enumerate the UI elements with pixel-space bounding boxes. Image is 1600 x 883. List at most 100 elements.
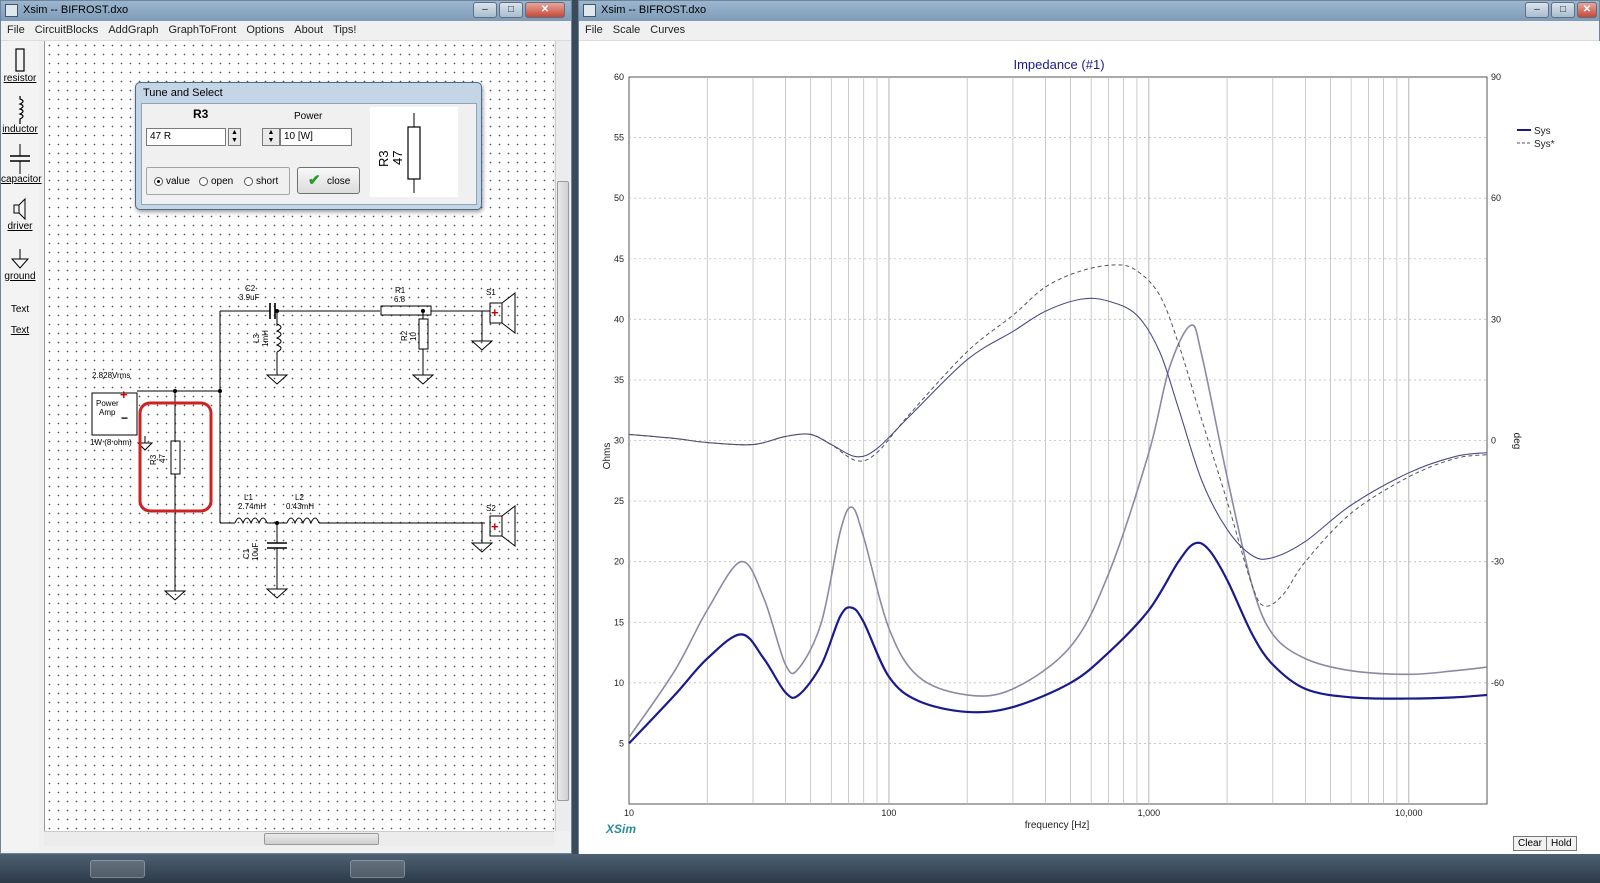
source-label-amp: Amp <box>99 408 116 417</box>
app-icon <box>583 4 596 17</box>
left-menubar: File CircuitBlocks AddGraph GraphToFront… <box>1 21 571 41</box>
left-titlebar[interactable]: Xsim -- BIFROST.dxo – □ ✕ <box>1 1 571 21</box>
hold-button[interactable]: Hold <box>1546 836 1577 851</box>
tool-capacitor[interactable]: capacitor <box>1 144 42 185</box>
c1-name: C1 <box>242 548 251 559</box>
l3-name: L3 <box>252 334 261 343</box>
x-tick-label: 10 <box>624 808 634 818</box>
impedance-graph[interactable]: Impedance (#1) 10 100 1,000 10,000 5 10 15 20 25… <box>579 41 1600 855</box>
menu-curves[interactable]: Curves <box>646 21 691 40</box>
menu-addgraph[interactable]: AddGraph <box>104 21 164 40</box>
speaker-icon <box>13 197 26 221</box>
value-field[interactable]: 47 R <box>146 128 226 146</box>
radio-short[interactable]: short <box>244 176 278 187</box>
series-line-sys-star-left <box>628 324 1488 738</box>
series-line-sys-left <box>628 541 1488 745</box>
tool-driver-label: driver <box>7 221 33 232</box>
y-tick-label: 15 <box>614 617 624 627</box>
legend-sys-star-label: Sys* <box>1534 139 1555 150</box>
source-plus-terminal: + <box>120 387 128 402</box>
tool-resistor[interactable]: resistor <box>1 47 39 84</box>
source-note: 1W (8 ohm) <box>90 438 132 447</box>
power-spinner[interactable]: ▲ ▼ <box>262 128 280 146</box>
maximize-button[interactable]: □ <box>499 2 523 18</box>
taskbar-item[interactable] <box>350 860 405 878</box>
vertical-scrollbar[interactable] <box>555 41 570 831</box>
minimize-button[interactable]: – <box>473 2 497 18</box>
menu-file[interactable]: File <box>3 21 31 40</box>
y-tick-label: 25 <box>614 496 624 506</box>
y2-tick-label: 0 <box>1491 436 1496 446</box>
menu-graphtofront[interactable]: GraphToFront <box>164 21 242 40</box>
radio-open-dot <box>199 176 208 186</box>
menu-circuitblocks[interactable]: CircuitBlocks <box>31 21 105 40</box>
horizontal-scroll-thumb[interactable] <box>264 833 379 845</box>
tool-text-label: Text <box>10 325 30 336</box>
resistor-icon <box>15 48 25 72</box>
ground-icon <box>10 249 30 269</box>
right-window-controls: – □ ✕ <box>1525 2 1597 18</box>
close-button[interactable]: ✕ <box>525 2 565 18</box>
y-tick-label: 55 <box>614 133 624 143</box>
close-dialog-button[interactable]: ✔ close <box>297 167 360 194</box>
radio-open-label: open <box>211 176 234 187</box>
x-tick-label: 1,000 <box>1138 808 1161 818</box>
text-tool-icon: Text <box>10 304 30 315</box>
s1-plus-terminal: + <box>491 305 499 320</box>
menu-tips[interactable]: Tips! <box>329 21 362 40</box>
tool-inductor[interactable]: inductor <box>1 96 39 135</box>
y2-tick-label: 90 <box>1491 72 1501 82</box>
r2-value: 10 <box>409 332 418 341</box>
component-preview: R3 47 <box>370 107 458 197</box>
c2-name: C2 <box>245 284 256 293</box>
tool-text-box[interactable]: Text Text <box>1 303 39 336</box>
tool-ground[interactable]: ground <box>1 249 39 282</box>
y-tick-label: 10 <box>614 678 624 688</box>
r3-name: R3 <box>149 454 158 465</box>
app-icon <box>5 4 18 17</box>
horizontal-scrollbar[interactable] <box>44 831 554 846</box>
value-spinner[interactable]: ▲ ▼ <box>228 128 241 146</box>
y-tick-label: 5 <box>619 738 624 748</box>
c1-value: 10uF <box>251 542 260 561</box>
maximize-button[interactable]: □ <box>1551 2 1575 18</box>
taskbar-item[interactable] <box>90 860 145 878</box>
r1-value: 6.8 <box>394 295 406 304</box>
tune-select-dialog: Tune and Select R3 Power 47 R ▲ ▼ ▲ ▼ 10 [… <box>135 82 482 210</box>
r1-name: R1 <box>395 286 406 295</box>
right-titlebar[interactable]: Xsim -- BIFROST.dxo – □ ✕ <box>579 1 1599 21</box>
chart-title: Impedance (#1) <box>1013 57 1104 72</box>
x-tick-label: 10,000 <box>1395 808 1423 818</box>
tool-driver[interactable]: driver <box>1 197 39 232</box>
source-label-power: Power <box>96 399 119 408</box>
radio-open[interactable]: open <box>199 176 233 187</box>
menu-scale[interactable]: Scale <box>609 21 647 40</box>
y-tick-label: 50 <box>614 193 624 203</box>
y2-tick-label: -30 <box>1491 557 1504 567</box>
source-minus-terminal: − <box>121 411 129 425</box>
legend-sys-label: Sys <box>1534 126 1551 137</box>
menu-file[interactable]: File <box>581 21 609 40</box>
xsim-logo: XSim <box>605 822 636 836</box>
mode-radio-group: value open short <box>146 167 290 195</box>
radio-value[interactable]: value <box>154 176 190 187</box>
capacitor-icon <box>10 144 30 174</box>
clear-button[interactable]: Clear <box>1513 836 1547 851</box>
close-button[interactable]: ✕ <box>1577 2 1597 18</box>
plot-frame <box>628 76 1488 805</box>
menu-about[interactable]: About <box>290 21 329 40</box>
component-toolbox: resistor inductor capacitor driver groun… <box>1 41 42 851</box>
y-axis-label: Ohms <box>602 443 613 470</box>
x-tick-label: 100 <box>881 808 896 818</box>
y-tick-label: 30 <box>614 436 624 446</box>
series-line-sys-right <box>628 297 1488 560</box>
minimize-button[interactable]: – <box>1525 2 1549 18</box>
right-window-title: Xsim -- BIFROST.dxo <box>601 4 707 16</box>
menu-options[interactable]: Options <box>242 21 290 40</box>
y-tick-label: 40 <box>614 314 624 324</box>
preview-name: R3 <box>376 150 391 167</box>
power-field[interactable]: 10 [W] <box>280 128 352 146</box>
l1-value: 2.74mH <box>238 502 267 511</box>
l1-name: L1 <box>244 493 253 502</box>
vertical-scroll-thumb[interactable] <box>557 181 569 801</box>
